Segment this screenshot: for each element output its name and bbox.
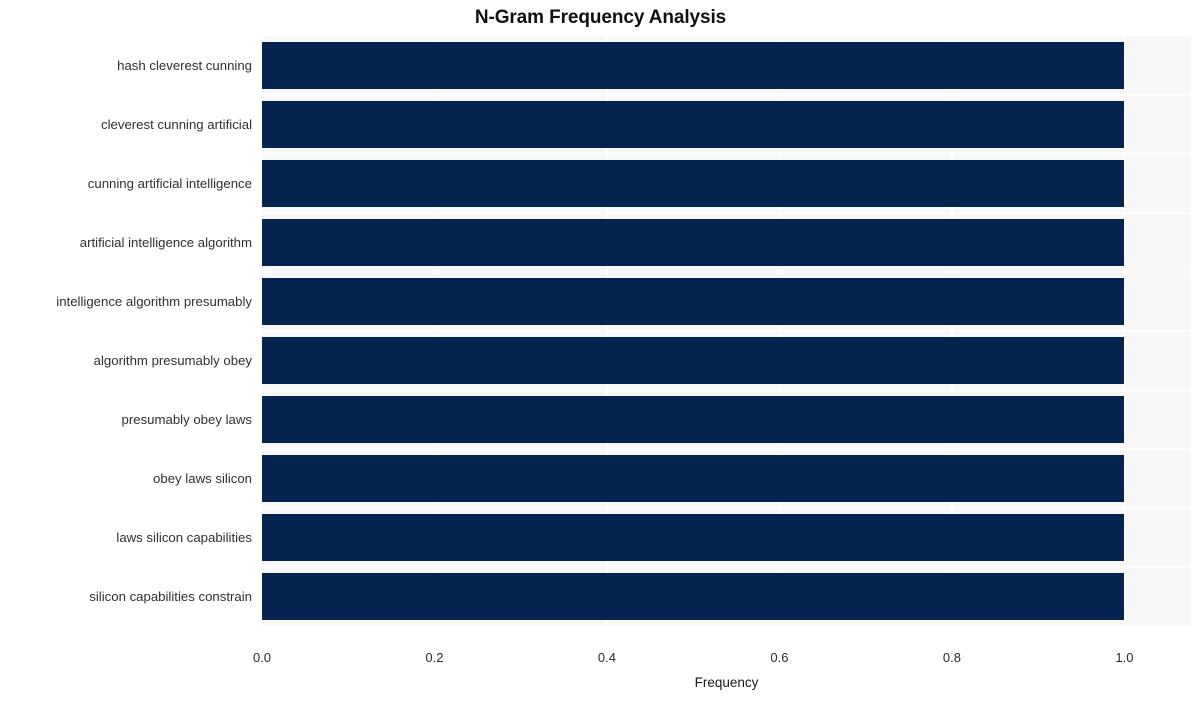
x-axis-tick-labels: 0.0 0.2 0.4 0.6 0.8 1.0: [0, 650, 1201, 670]
bar: [262, 160, 1125, 207]
bar: [262, 573, 1125, 620]
horizontal-gridline: [262, 94, 1191, 96]
y-axis-tick-label: presumably obey laws: [121, 412, 252, 427]
chart-figure: N-Gram Frequency Analysis hash cleverest…: [0, 0, 1201, 701]
y-axis-tick-label: artificial intelligence algorithm: [79, 235, 252, 250]
bar: [262, 337, 1125, 384]
horizontal-gridline: [262, 566, 1191, 568]
x-axis-tick-label: 0.6: [770, 650, 789, 665]
x-axis-tick-label: 0.4: [597, 650, 616, 665]
horizontal-gridline: [262, 153, 1191, 155]
y-axis-tick-label: hash cleverest cunning: [117, 58, 252, 73]
horizontal-gridline: [262, 212, 1191, 214]
bar: [262, 42, 1125, 89]
horizontal-gridline: [262, 271, 1191, 273]
x-axis-tick-label: 0.0: [252, 650, 272, 665]
y-axis-tick-label: algorithm presumably obey: [93, 353, 252, 368]
bar: [262, 278, 1125, 325]
horizontal-gridline: [262, 507, 1191, 509]
horizontal-gridline: [262, 330, 1191, 332]
bar: [262, 219, 1125, 266]
x-axis-tick-label: 0.2: [425, 650, 444, 665]
page-title: N-Gram Frequency Analysis: [474, 7, 727, 28]
x-axis-label: Frequency: [694, 675, 759, 690]
bar: [262, 101, 1125, 148]
horizontal-gridline: [262, 448, 1191, 450]
y-axis-tick-label: silicon capabilities constrain: [89, 589, 252, 604]
x-axis-tick-label: 1.0: [1115, 650, 1134, 665]
bar: [262, 396, 1125, 443]
horizontal-gridline: [262, 389, 1191, 391]
y-axis-tick-labels: hash cleverest cunning cleverest cunning …: [0, 36, 252, 626]
y-axis-tick-label: cunning artificial intelligence: [87, 176, 252, 191]
y-axis-tick-label: obey laws silicon: [153, 471, 252, 486]
y-axis-tick-label: laws silicon capabilities: [116, 530, 252, 545]
y-axis-tick-label: intelligence algorithm presumably: [56, 294, 252, 309]
x-axis-tick-label: 0.8: [942, 650, 961, 665]
bar: [262, 514, 1125, 561]
y-axis-tick-label: cleverest cunning artificial: [101, 117, 252, 132]
plot-area: [262, 36, 1191, 626]
bar: [262, 455, 1125, 502]
